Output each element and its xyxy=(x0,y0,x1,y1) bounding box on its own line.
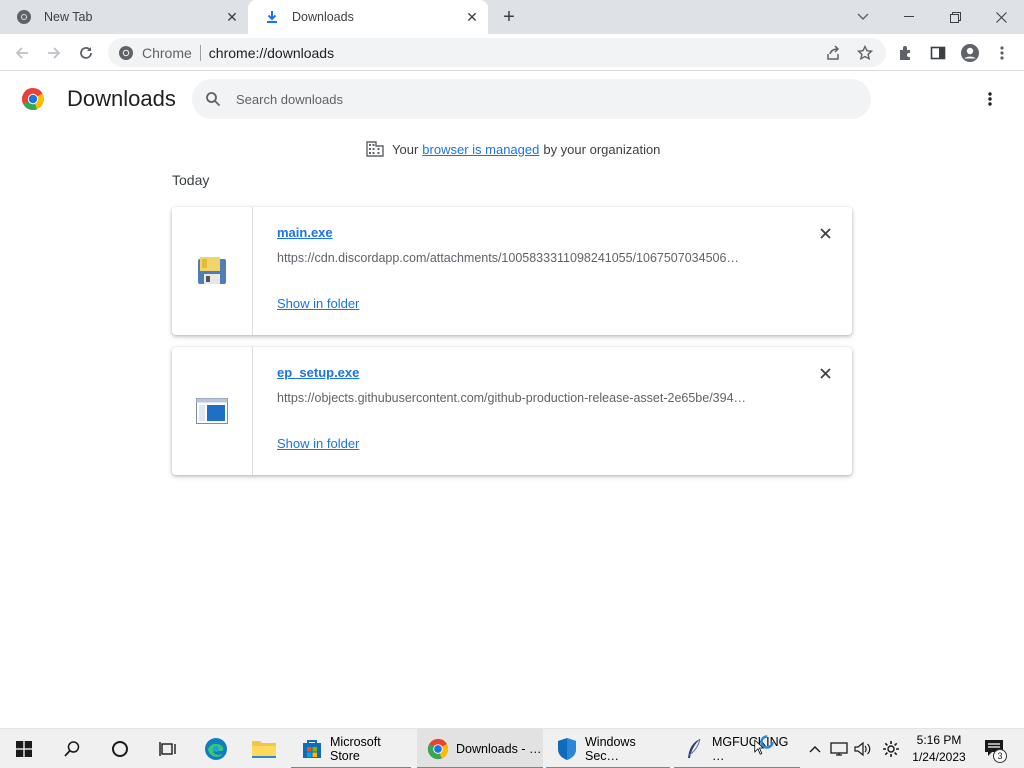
clock-date: 1/24/2023 xyxy=(912,750,966,764)
notification-count-badge: 3 xyxy=(993,749,1007,763)
clock-time: 5:16 PM xyxy=(916,733,962,747)
taskbar-app-chrome[interactable]: Downloads - … xyxy=(417,729,543,768)
tab-downloads[interactable]: Downloads ✕ xyxy=(248,0,488,34)
download-icon xyxy=(264,9,280,25)
chrome-icon xyxy=(118,45,134,61)
browser-menu-icon[interactable] xyxy=(988,39,1016,67)
feather-icon xyxy=(684,738,705,760)
address-bar[interactable]: Chrome chrome://downloads xyxy=(108,38,886,67)
managed-prefix: Your xyxy=(392,141,419,157)
window-app-icon xyxy=(196,398,228,424)
downloads-header: Downloads xyxy=(0,72,1024,128)
chrome-logo-icon xyxy=(21,87,45,111)
managed-suffix: by your organization xyxy=(543,141,661,157)
extensions-icon[interactable] xyxy=(892,39,920,67)
tab-strip: New Tab ✕ Downloads ✕ + xyxy=(0,0,1024,34)
show-in-folder-link[interactable]: Show in folder xyxy=(277,436,359,451)
edge-icon[interactable] xyxy=(192,729,240,768)
start-button[interactable] xyxy=(0,729,48,768)
settings-gear-icon[interactable] xyxy=(881,739,901,759)
loading-spinner-icon xyxy=(760,735,774,749)
tab-title: New Tab xyxy=(44,10,93,24)
taskbar-app-microsoft-store[interactable]: Microsoft Store xyxy=(291,729,411,768)
task-view-icon[interactable] xyxy=(144,729,192,768)
building-icon xyxy=(366,141,384,157)
new-tab-button[interactable]: + xyxy=(497,5,521,29)
download-filename-link[interactable]: ep_setup.exe xyxy=(277,365,359,380)
managed-notice: Your browser is managed by your organiza… xyxy=(366,139,660,159)
search-icon xyxy=(204,90,222,108)
restore-button[interactable] xyxy=(932,0,978,34)
show-in-folder-link[interactable]: Show in folder xyxy=(277,296,359,311)
taskbar-app-windows-security[interactable]: Windows Sec… xyxy=(546,729,670,768)
share-icon[interactable] xyxy=(824,44,842,62)
windows-logo-icon xyxy=(16,741,32,757)
browser-toolbar: Chrome chrome://downloads xyxy=(0,34,1024,71)
download-item: ep_setup.exe https://objects.githubuserc… xyxy=(172,347,852,475)
remove-download-icon[interactable] xyxy=(815,223,835,243)
floppy-file-icon xyxy=(198,257,226,284)
page-menu-icon[interactable] xyxy=(978,86,1002,112)
download-source-url[interactable]: https://cdn.discordapp.com/attachments/1… xyxy=(277,251,777,265)
back-icon[interactable] xyxy=(8,39,36,67)
tab-new-tab[interactable]: New Tab ✕ xyxy=(0,0,248,34)
forward-icon[interactable] xyxy=(40,39,68,67)
page-title: Downloads xyxy=(67,86,176,111)
close-window-button[interactable] xyxy=(978,0,1024,34)
download-item: main.exe https://cdn.discordapp.com/atta… xyxy=(172,207,852,335)
shield-icon xyxy=(556,738,578,760)
managed-link[interactable]: browser is managed xyxy=(422,142,539,157)
chrome-icon xyxy=(427,738,449,760)
tab-title: Downloads xyxy=(292,10,354,24)
minimize-button[interactable] xyxy=(886,0,932,34)
show-hidden-icons-icon[interactable] xyxy=(805,739,825,759)
file-icon-column xyxy=(172,207,253,335)
url-text[interactable]: chrome://downloads xyxy=(209,45,334,61)
system-clock[interactable]: 5:16 PM 1/24/2023 xyxy=(906,732,972,766)
store-icon xyxy=(301,738,323,760)
close-icon[interactable]: ✕ xyxy=(462,7,482,27)
taskbar-app-label: Microsoft Store xyxy=(330,735,381,763)
network-icon[interactable] xyxy=(829,739,849,759)
side-panel-icon[interactable] xyxy=(924,39,952,67)
profile-avatar-icon[interactable] xyxy=(956,39,984,67)
search-icon[interactable] xyxy=(48,729,96,768)
file-icon-column xyxy=(172,347,253,475)
cortana-icon[interactable] xyxy=(96,729,144,768)
download-source-url[interactable]: https://objects.githubusercontent.com/gi… xyxy=(277,391,777,405)
chrome-icon xyxy=(16,9,32,25)
close-icon[interactable]: ✕ xyxy=(222,7,242,27)
bookmark-star-icon[interactable] xyxy=(856,44,874,62)
download-filename-link[interactable]: main.exe xyxy=(277,225,333,240)
taskbar-app-label: Windows Sec… xyxy=(585,735,636,763)
divider xyxy=(199,44,201,61)
site-chip: Chrome xyxy=(142,44,192,61)
tab-search-icon[interactable] xyxy=(840,0,886,34)
reload-icon[interactable] xyxy=(72,39,100,67)
volume-icon[interactable] xyxy=(853,739,873,759)
windows-taskbar: Microsoft Store Downloads - … Windows Se… xyxy=(0,728,1024,768)
remove-download-icon[interactable] xyxy=(815,363,835,383)
search-input[interactable] xyxy=(236,91,836,107)
taskbar-app-mgfucking[interactable]: MGFUCKING … xyxy=(674,729,800,768)
search-box[interactable] xyxy=(192,79,871,119)
taskbar-app-label: Downloads - … xyxy=(456,742,542,756)
file-explorer-icon[interactable] xyxy=(240,729,288,768)
date-section-header: Today xyxy=(172,172,210,188)
